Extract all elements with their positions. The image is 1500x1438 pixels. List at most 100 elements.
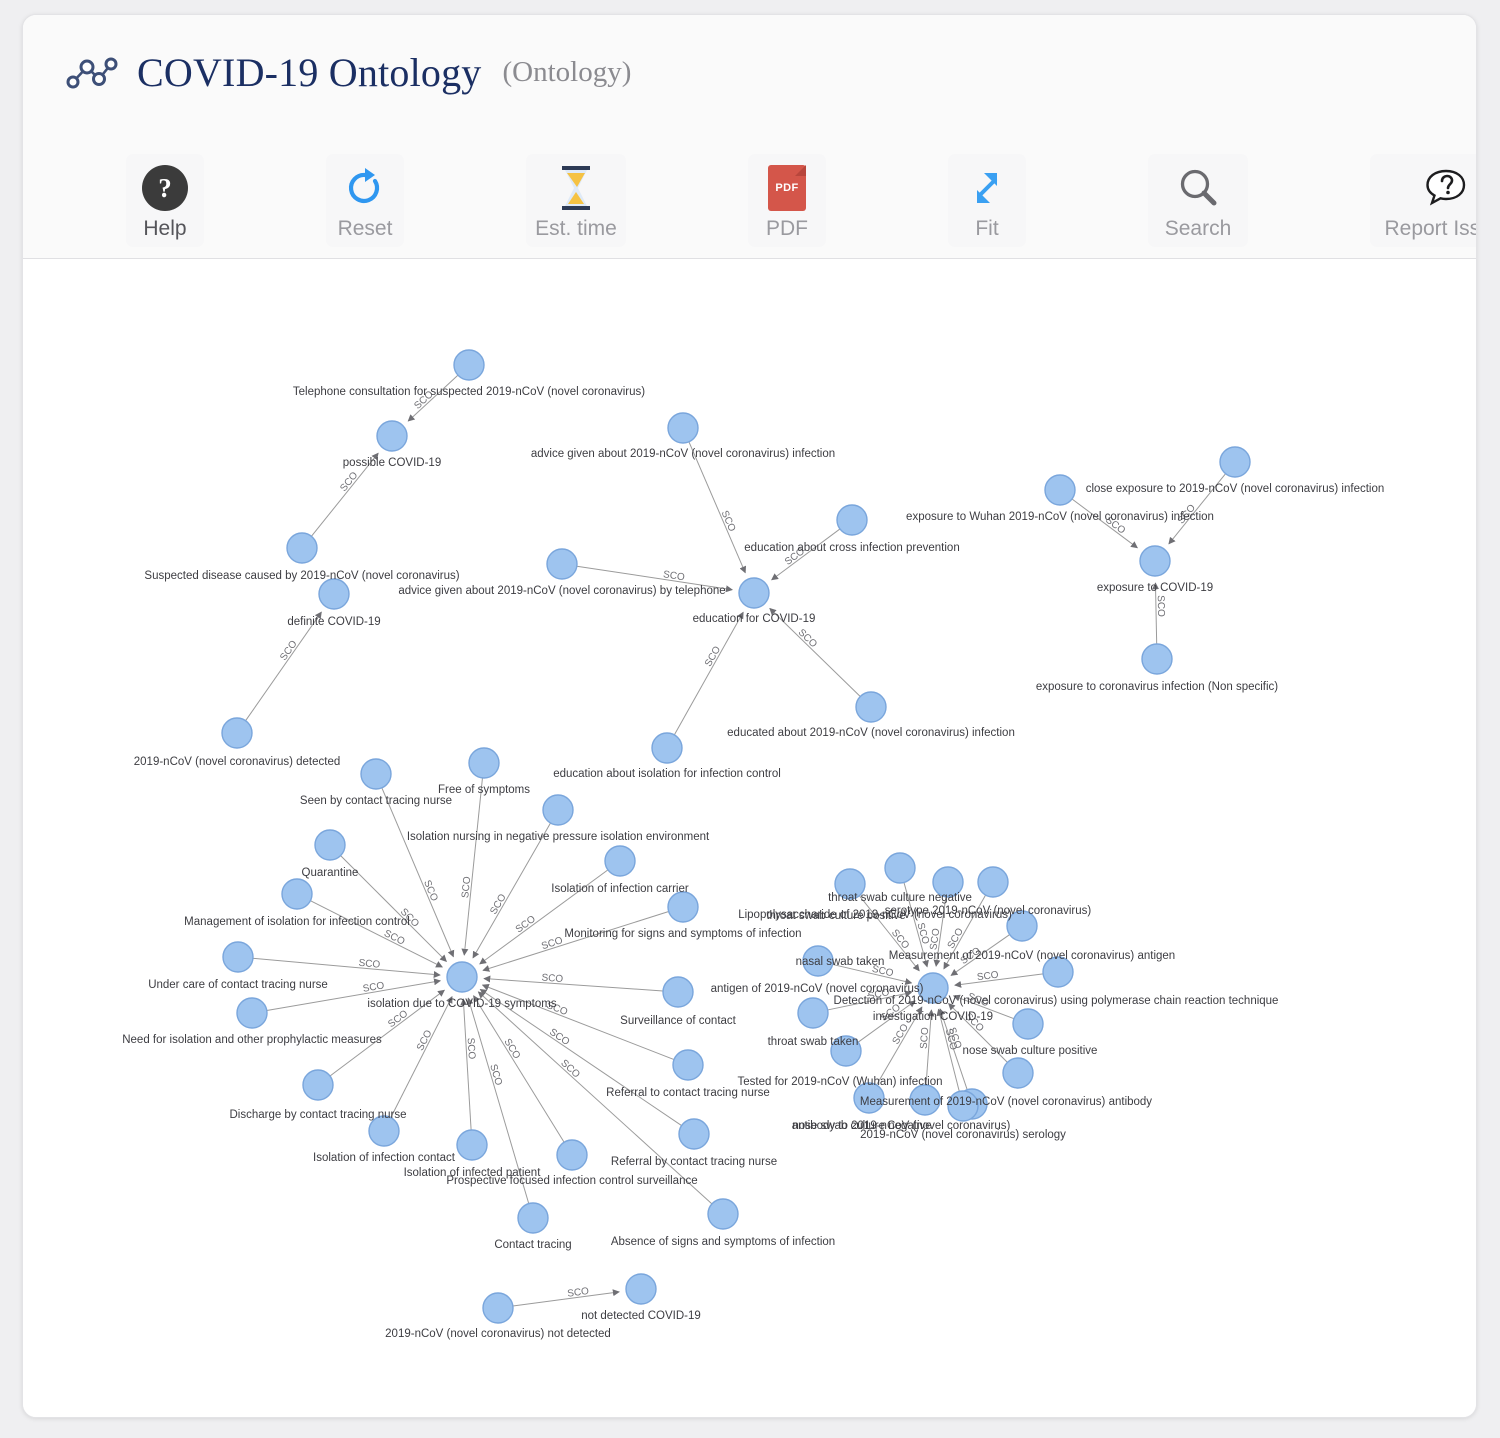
graph-node[interactable] bbox=[707, 1198, 739, 1230]
graph-node[interactable] bbox=[802, 945, 834, 977]
edge-label: SCO bbox=[465, 1037, 477, 1060]
fit-button[interactable]: Fit bbox=[948, 154, 1026, 247]
graph-node[interactable] bbox=[651, 732, 683, 764]
edge-label: SCO bbox=[976, 970, 999, 984]
graph-edge bbox=[461, 777, 483, 956]
graph-node[interactable] bbox=[662, 976, 694, 1008]
graph-node[interactable] bbox=[830, 1035, 862, 1067]
graph-node[interactable] bbox=[738, 577, 770, 609]
edge-label: SCO bbox=[547, 1027, 571, 1048]
graph-node[interactable] bbox=[517, 1202, 549, 1234]
graph-node[interactable] bbox=[855, 691, 887, 723]
edge-label: SCO bbox=[963, 1011, 986, 1034]
graph-node[interactable] bbox=[836, 504, 868, 536]
graph-node[interactable] bbox=[456, 1129, 488, 1161]
graph-node[interactable] bbox=[221, 717, 253, 749]
graph-node[interactable] bbox=[797, 997, 829, 1029]
pdf-button-label: PDF bbox=[766, 217, 808, 240]
help-button[interactable]: ? Help bbox=[126, 154, 204, 247]
graph-node[interactable] bbox=[1219, 446, 1251, 478]
graph-node[interactable] bbox=[917, 972, 949, 1004]
report-issue-button[interactable]: Report Issue bbox=[1370, 154, 1476, 247]
edge-label: SCO bbox=[891, 1022, 912, 1046]
graph-node[interactable] bbox=[834, 868, 866, 900]
graph-node[interactable] bbox=[1044, 474, 1076, 506]
edge-label: SCO bbox=[487, 1063, 504, 1087]
edge-label: SCO bbox=[959, 945, 983, 967]
edge-label: SCO bbox=[412, 389, 436, 412]
graph-node[interactable] bbox=[376, 420, 408, 452]
graph-node[interactable] bbox=[446, 961, 478, 993]
graph-node[interactable] bbox=[977, 866, 1009, 898]
graph-node[interactable] bbox=[222, 941, 254, 973]
hourglass-icon bbox=[556, 164, 596, 212]
graph-node[interactable] bbox=[368, 1115, 400, 1147]
edge-label: SCO bbox=[1103, 515, 1127, 537]
edge-label: SCO bbox=[867, 987, 891, 1002]
graph-edge bbox=[472, 822, 551, 959]
graph-node[interactable] bbox=[1042, 956, 1074, 988]
graph-node[interactable] bbox=[556, 1139, 588, 1171]
graph-node[interactable] bbox=[667, 891, 699, 923]
graph-node[interactable] bbox=[302, 1069, 334, 1101]
pdf-file-icon: PDF bbox=[768, 164, 806, 212]
edge-label: SCO bbox=[386, 1008, 410, 1030]
graph-node[interactable] bbox=[667, 412, 699, 444]
ontology-graph[interactable]: SCOSCOSCOSCOSCOSCOSCOSCOSCO SCOSCOSCO SCOS… bbox=[23, 259, 1477, 1417]
graph-node[interactable] bbox=[314, 829, 346, 861]
graph-node[interactable] bbox=[625, 1273, 657, 1305]
edge-label: SCO bbox=[338, 470, 360, 494]
help-button-label: Help bbox=[143, 217, 187, 240]
graph-edge bbox=[473, 995, 565, 1143]
graph-node[interactable] bbox=[1006, 910, 1038, 942]
graph-node[interactable] bbox=[1002, 1057, 1034, 1089]
graph-edge bbox=[688, 441, 747, 574]
graph-node[interactable] bbox=[932, 866, 964, 898]
edge-label: SCO bbox=[928, 928, 942, 951]
reset-button[interactable]: Reset bbox=[326, 154, 404, 247]
edge-label: SCO bbox=[358, 958, 381, 971]
graph-node[interactable] bbox=[468, 747, 500, 779]
graph-edge bbox=[576, 565, 733, 593]
nodes-layer[interactable] bbox=[221, 349, 1251, 1324]
graph-node[interactable] bbox=[672, 1049, 704, 1081]
page-title: COVID-19 Ontology bbox=[137, 50, 482, 95]
graph-edge bbox=[340, 855, 447, 962]
graph-edge bbox=[245, 611, 322, 721]
reset-button-label: Reset bbox=[337, 217, 393, 240]
app-header: COVID-19 Ontology (Ontology) ? Help Rese… bbox=[23, 15, 1476, 259]
graph-node[interactable] bbox=[482, 1292, 514, 1324]
est-time-button[interactable]: Est. time bbox=[526, 154, 626, 247]
graph-node[interactable] bbox=[909, 1084, 941, 1116]
graph-node[interactable] bbox=[604, 845, 636, 877]
graph-node[interactable] bbox=[1012, 1008, 1044, 1040]
toolbar: ? Help Reset Est. time PDF PDF Fit Searc… bbox=[126, 154, 1476, 247]
graph-network-icon bbox=[66, 57, 118, 88]
expand-arrows-icon bbox=[964, 164, 1010, 212]
magnifier-icon bbox=[1175, 164, 1221, 212]
graph-node[interactable] bbox=[281, 878, 313, 910]
search-button[interactable]: Search bbox=[1148, 154, 1248, 247]
question-speech-bubble-icon bbox=[1420, 164, 1468, 212]
edge-label: SCO bbox=[514, 914, 538, 936]
edge-label: SCO bbox=[719, 509, 738, 533]
graph-node[interactable] bbox=[318, 578, 350, 610]
graph-node[interactable] bbox=[1141, 643, 1173, 675]
graph-node[interactable] bbox=[1139, 545, 1171, 577]
graph-node[interactable] bbox=[286, 532, 318, 564]
refresh-icon bbox=[342, 164, 388, 212]
graph-node[interactable] bbox=[236, 997, 268, 1029]
graph-canvas[interactable]: SCO SCO SCO SCO SCO SCO SCO SCO SCO SCO SCO SCO SCO S… bbox=[23, 259, 1476, 1417]
graph-node[interactable] bbox=[678, 1118, 710, 1150]
graph-node[interactable] bbox=[453, 349, 485, 381]
graph-node[interactable] bbox=[947, 1090, 979, 1122]
graph-node[interactable] bbox=[884, 852, 916, 884]
edge-label: SCO bbox=[540, 935, 564, 952]
graph-node[interactable] bbox=[542, 794, 574, 826]
edge-label: SCO bbox=[919, 1027, 932, 1050]
graph-node[interactable] bbox=[546, 548, 578, 580]
graph-node[interactable] bbox=[853, 1082, 885, 1114]
est-time-button-label: Est. time bbox=[535, 217, 617, 240]
graph-node[interactable] bbox=[360, 758, 392, 790]
pdf-button[interactable]: PDF PDF bbox=[748, 154, 826, 247]
